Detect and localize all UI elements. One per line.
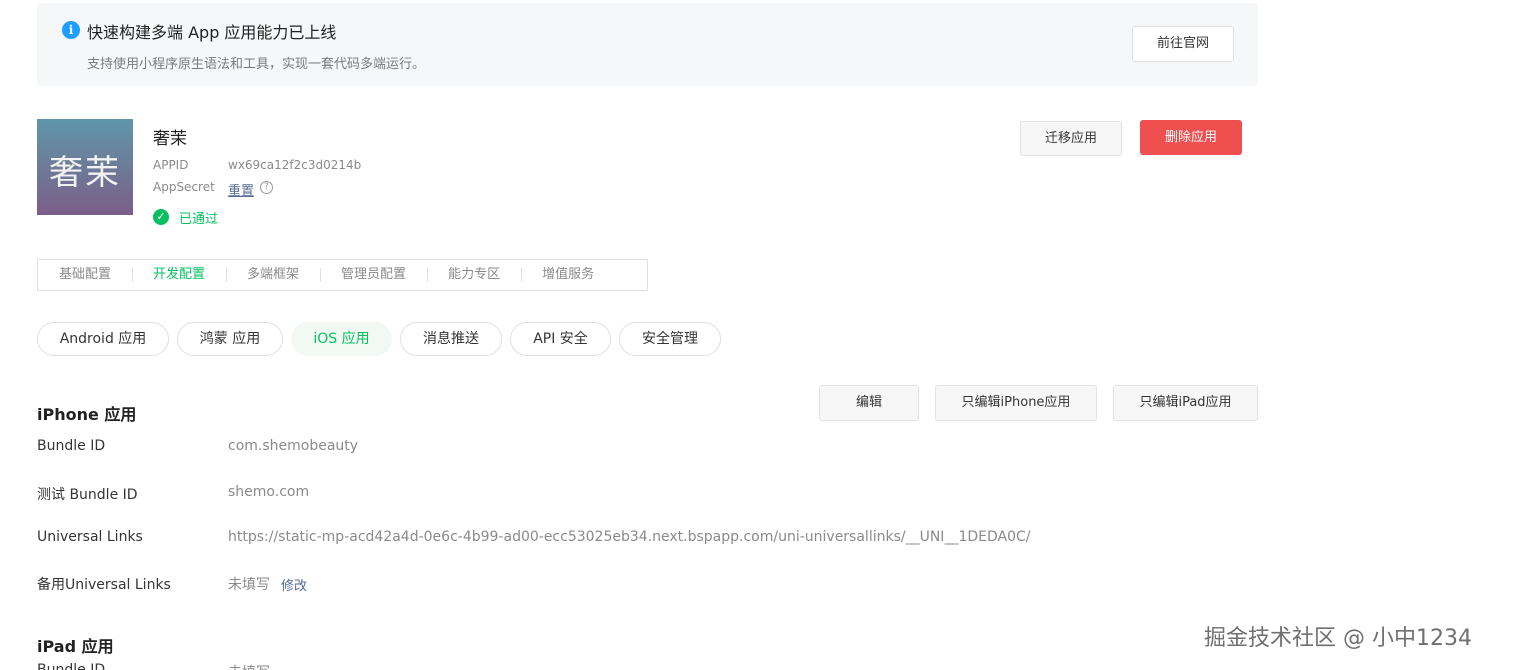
iphone-section-title: iPhone 应用 (37, 405, 137, 424)
subtab-android[interactable]: Android 应用 (37, 322, 169, 356)
banner-description: 支持使用小程序原生语法和工具，实现一套代码多端运行。 (87, 57, 426, 72)
tab-dev-config[interactable]: 开发配置 (132, 260, 226, 290)
universal-links-label: Universal Links (37, 529, 143, 545)
subtab-api-security[interactable]: API 安全 (510, 322, 611, 356)
edit-ipad-button[interactable]: 只编辑iPad应用 (1113, 385, 1258, 421)
delete-app-button[interactable]: 删除应用 (1140, 120, 1242, 155)
main-tabs: 基础配置 开发配置 多端框架 管理员配置 能力专区 增值服务 (37, 259, 648, 291)
appsecret-label: AppSecret (153, 180, 215, 194)
migrate-app-button[interactable]: 迁移应用 (1020, 121, 1122, 156)
announcement-banner: i 快速构建多端 App 应用能力已上线 支持使用小程序原生语法和工具，实现一套… (37, 3, 1258, 86)
backup-universal-links-value: 未填写 (228, 577, 270, 593)
avatar-text: 奢茉 (49, 153, 121, 193)
status-text: 已通过 (179, 212, 219, 227)
app-settings-page: i 快速构建多端 App 应用能力已上线 支持使用小程序原生语法和工具，实现一套… (0, 0, 1515, 670)
backup-universal-links-label: 备用Universal Links (37, 577, 171, 593)
reset-appsecret-link[interactable]: 重置 (228, 180, 254, 199)
ipad-section-title: iPad 应用 (37, 637, 114, 656)
watermark: 掘金技术社区 @ 小中1234 (1204, 626, 1472, 651)
tab-multiplatform[interactable]: 多端框架 (226, 260, 320, 290)
test-bundle-id-label: 测试 Bundle ID (37, 487, 138, 503)
subtab-security-mgmt[interactable]: 安全管理 (619, 322, 721, 356)
tab-capabilities[interactable]: 能力专区 (427, 260, 521, 290)
ipad-bundle-id-label: Bundle ID (37, 662, 106, 670)
sub-tabs: Android 应用 鸿蒙 应用 iOS 应用 消息推送 API 安全 安全管理 (37, 322, 721, 356)
app-avatar: 奢茉 (37, 119, 133, 215)
subtab-ios[interactable]: iOS 应用 (291, 322, 392, 356)
appid-value: wx69ca12f2c3d0214b (228, 158, 362, 172)
ipad-bundle-id-value: 未填写 (228, 662, 270, 670)
goto-website-button[interactable]: 前往官网 (1132, 26, 1234, 62)
banner-title: 快速构建多端 App 应用能力已上线 (87, 23, 337, 42)
check-circle-icon: ✓ (153, 209, 169, 225)
subtab-harmony[interactable]: 鸿蒙 应用 (177, 322, 283, 356)
tab-basic-config[interactable]: 基础配置 (38, 260, 132, 290)
edit-iphone-button[interactable]: 只编辑iPhone应用 (935, 385, 1097, 421)
bundle-id-label: Bundle ID (37, 438, 106, 454)
tab-value-added[interactable]: 增值服务 (521, 260, 615, 290)
test-bundle-id-value: shemo.com (228, 484, 310, 500)
subtab-push[interactable]: 消息推送 (400, 322, 502, 356)
bundle-id-value: com.shemobeauty (228, 438, 359, 454)
tab-admin-config[interactable]: 管理员配置 (320, 260, 427, 290)
info-icon: i (62, 21, 80, 39)
modify-link[interactable]: 修改 (281, 575, 307, 594)
universal-links-value: https://static-mp-acd42a4d-0e6c-4b99-ad0… (228, 529, 1031, 545)
app-name: 奢茉 (153, 129, 187, 149)
appid-label: APPID (153, 158, 189, 172)
help-icon[interactable]: ? (260, 181, 273, 194)
edit-button[interactable]: 编辑 (819, 385, 919, 421)
